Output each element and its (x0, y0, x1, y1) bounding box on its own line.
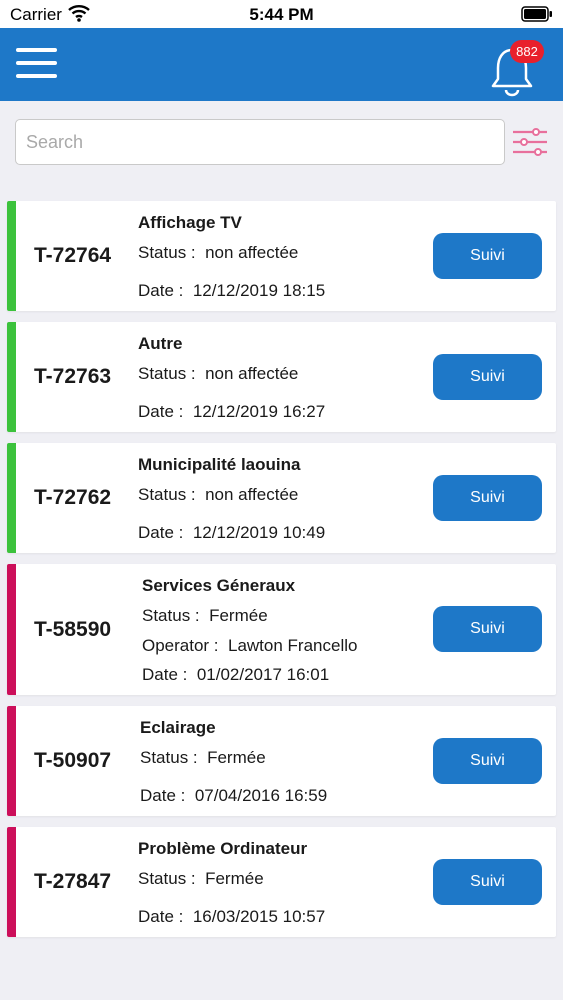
date-value: 16/03/2015 10:57 (192, 907, 326, 926)
status-label: Status : (138, 243, 196, 262)
status-value: non affectée (205, 364, 299, 383)
status-label: Status : (142, 606, 200, 625)
ticket-operator-row: Operator : Lawton Francello (142, 636, 357, 656)
date-label: Date : (138, 281, 184, 300)
header-bar: 882 (0, 28, 563, 101)
status-label: Status : (138, 485, 196, 504)
ticket-title: Services Géneraux (142, 576, 296, 595)
suivi-button[interactable]: Suivi (433, 859, 542, 905)
ticket-id: T-72764 (34, 244, 112, 267)
date-value: 01/02/2017 16:01 (196, 665, 330, 684)
search-box (15, 119, 505, 165)
date-label: Date : (138, 402, 184, 421)
ticket-id: T-72763 (34, 365, 112, 388)
status-color-bar (7, 827, 16, 937)
date-label: Date : (140, 786, 186, 805)
ticket-date-row: Date : 01/02/2017 16:01 (142, 665, 329, 685)
hamburger-icon-line (16, 48, 57, 52)
status-label: Status : (138, 364, 196, 383)
ticket-date-row: Date : 07/04/2016 16:59 (140, 786, 327, 806)
suivi-button[interactable]: Suivi (433, 738, 542, 784)
ticket-card[interactable]: T-58590 Services Géneraux Status : Fermé… (7, 564, 556, 695)
ticket-title: Autre (138, 334, 183, 353)
status-value: non affectée (205, 485, 299, 504)
ticket-id: T-50907 (34, 749, 112, 772)
ticket-card[interactable]: T-72762 Municipalité laouina Status : no… (7, 443, 556, 553)
ticket-date-row: Date : 12/12/2019 10:49 (138, 523, 325, 543)
operator-label: Operator : (142, 636, 219, 655)
battery-icon (521, 6, 553, 27)
notifications-button[interactable]: 882 (490, 40, 550, 97)
ticket-status-row: Status : non affectée (138, 243, 298, 263)
status-value: non affectée (205, 243, 299, 262)
filter-button[interactable] (512, 127, 548, 159)
ticket-card[interactable]: T-50907 Eclairage Status : Fermée Date :… (7, 706, 556, 816)
status-value: Fermée (207, 748, 266, 767)
date-value: 12/12/2019 10:49 (192, 523, 326, 542)
ticket-id: T-58590 (34, 618, 112, 641)
status-value: Fermée (205, 869, 264, 888)
ticket-title: Problème Ordinateur (138, 839, 308, 858)
clock: 5:44 PM (249, 5, 314, 24)
ticket-card[interactable]: T-27847 Problème Ordinateur Status : Fer… (7, 827, 556, 937)
status-color-bar (7, 201, 16, 311)
hamburger-icon-line (16, 61, 57, 65)
date-label: Date : (138, 523, 184, 542)
ticket-title: Eclairage (140, 718, 216, 737)
status-label: Status : (140, 748, 198, 767)
notification-badge: 882 (510, 40, 544, 63)
ticket-card[interactable]: T-72763 Autre Status : non affectée Date… (7, 322, 556, 432)
ticket-date-row: Date : 12/12/2019 18:15 (138, 281, 325, 301)
suivi-button[interactable]: Suivi (433, 475, 542, 521)
status-label: Status : (138, 869, 196, 888)
date-value: 07/04/2016 16:59 (194, 786, 328, 805)
status-bar: Carrier 5:44 PM (0, 0, 563, 28)
ticket-title: Municipalité laouina (138, 455, 301, 474)
ticket-status-row: Status : non affectée (138, 485, 298, 505)
status-value: Fermée (209, 606, 268, 625)
ticket-id: T-72762 (34, 486, 112, 509)
ticket-id: T-27847 (34, 870, 112, 893)
date-label: Date : (138, 907, 184, 926)
status-color-bar (7, 564, 16, 695)
ticket-status-row: Status : non affectée (138, 364, 298, 384)
date-label: Date : (142, 665, 188, 684)
search-input[interactable] (16, 120, 504, 164)
status-color-bar (7, 706, 16, 816)
date-value: 12/12/2019 18:15 (192, 281, 326, 300)
ticket-date-row: Date : 16/03/2015 10:57 (138, 907, 325, 927)
status-color-bar (7, 443, 16, 553)
filter-sliders-icon (513, 128, 547, 156)
status-color-bar (7, 322, 16, 432)
menu-button[interactable] (16, 48, 58, 80)
hamburger-icon-line (16, 74, 57, 78)
ticket-date-row: Date : 12/12/2019 16:27 (138, 402, 325, 422)
ticket-status-row: Status : Fermée (142, 606, 268, 626)
operator-value: Lawton Francello (228, 636, 358, 655)
suivi-button[interactable]: Suivi (433, 606, 542, 652)
ticket-title: Affichage TV (138, 213, 242, 232)
date-value: 12/12/2019 16:27 (192, 402, 326, 421)
search-row (0, 101, 563, 183)
ticket-card[interactable]: T-72764 Affichage TV Status : non affect… (7, 201, 556, 311)
suivi-button[interactable]: Suivi (433, 233, 542, 279)
ticket-status-row: Status : Fermée (138, 869, 264, 889)
ticket-status-row: Status : Fermée (140, 748, 266, 768)
suivi-button[interactable]: Suivi (433, 354, 542, 400)
